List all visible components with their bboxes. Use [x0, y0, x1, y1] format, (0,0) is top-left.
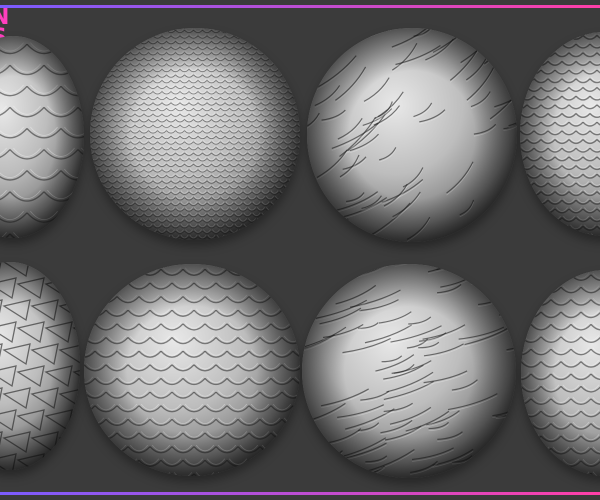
sphere-overlapping-plates	[0, 262, 80, 470]
sphere-feathered-scales	[307, 28, 517, 242]
bottom-accent-bar	[0, 492, 600, 495]
sphere-raised-leaf-scales	[521, 270, 600, 476]
sphere-streaked-feathers	[302, 264, 516, 478]
sphere-large-dragon-scales	[0, 36, 84, 238]
sphere-fine-dense-scales	[90, 28, 300, 240]
sphere-small-round-scales	[520, 32, 600, 236]
texture-preview-canvas: N S	[0, 0, 600, 500]
sphere-smooth-lozenge-scales	[84, 264, 300, 476]
top-accent-bar	[0, 5, 600, 8]
